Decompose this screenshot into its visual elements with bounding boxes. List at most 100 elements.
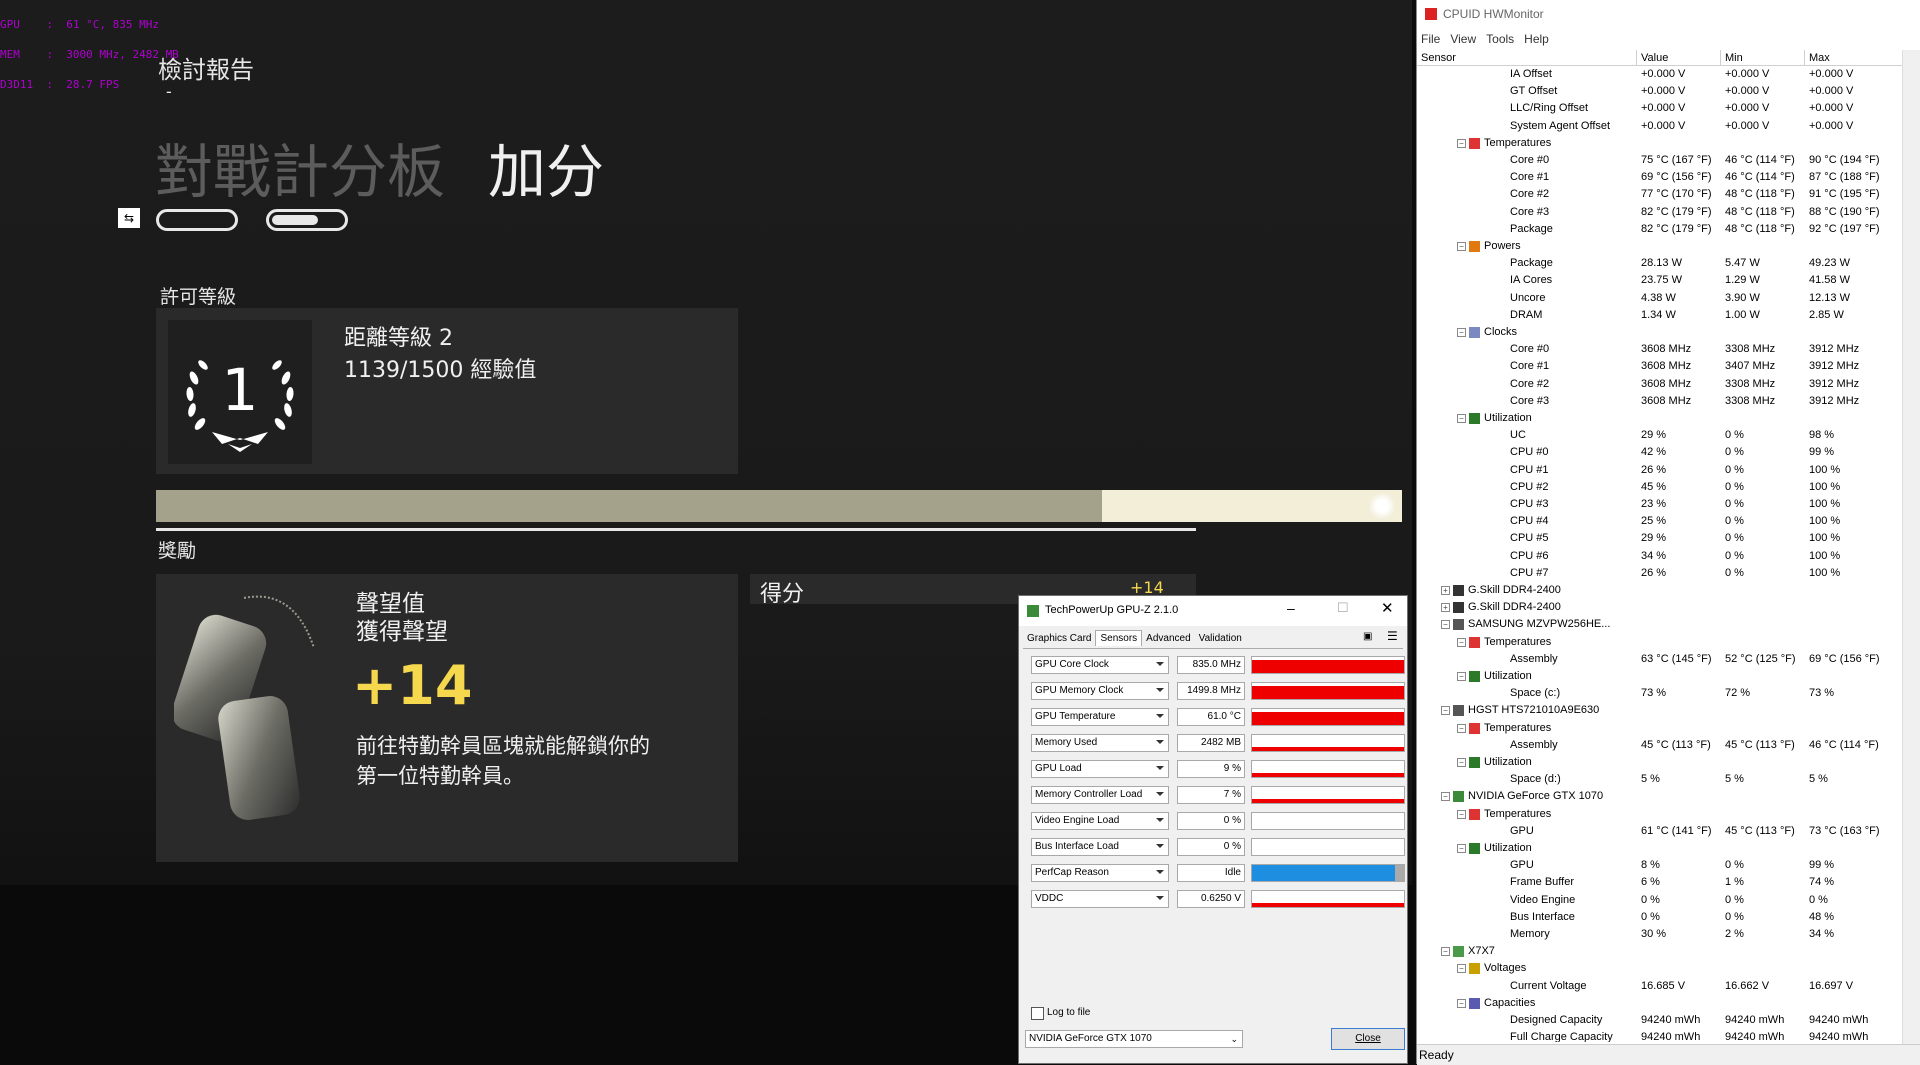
sensor-row[interactable]: CPU #6 34 % 0 % 100 % xyxy=(1417,548,1903,565)
sensor-group-row[interactable]: − Temperatures xyxy=(1417,720,1903,737)
sensor-row[interactable]: System Agent Offset +0.000 V +0.000 V +0.00… xyxy=(1417,118,1903,135)
sensor-row[interactable]: UC 29 % 0 % 98 % xyxy=(1417,427,1903,444)
tab-scoreboard[interactable]: 對戰計分板 xyxy=(155,138,445,206)
sensor-row[interactable]: CPU #7 26 % 0 % 100 % xyxy=(1417,565,1903,582)
maximize-icon[interactable]: ☐ xyxy=(1337,600,1349,616)
tab-validation[interactable]: Validation xyxy=(1195,631,1246,646)
sensor-row[interactable]: GPU 61 °C (141 °F) 45 °C (113 °F) 73 °C (16… xyxy=(1417,823,1903,840)
sensor-name-select[interactable]: VDDC xyxy=(1031,890,1169,908)
expand-toggle-icon[interactable]: − xyxy=(1457,844,1466,853)
expand-toggle-icon[interactable]: − xyxy=(1457,998,1466,1008)
sensor-group-row[interactable]: − Voltages xyxy=(1417,960,1903,977)
sensor-row[interactable]: Core #0 75 °C (167 °F) 46 °C (114 °F) 90 °C… xyxy=(1417,152,1903,169)
sensor-row[interactable]: Core #0 3608 MHz 3308 MHz 3912 MHz xyxy=(1417,341,1903,358)
sensor-name-select[interactable]: PerfCap Reason xyxy=(1031,864,1169,882)
sensor-name-select[interactable]: Bus Interface Load xyxy=(1031,838,1169,856)
tab-advanced[interactable]: Advanced xyxy=(1142,631,1194,646)
sensor-name-select[interactable]: GPU Temperature xyxy=(1031,708,1169,726)
minimize-icon[interactable]: – xyxy=(1287,600,1295,616)
sensor-row[interactable]: Assembly 63 °C (145 °F) 52 °C (125 °F) 69 °… xyxy=(1417,651,1903,668)
menu-help[interactable]: Help xyxy=(1524,32,1549,46)
device-row[interactable]: − X7X7 xyxy=(1417,943,1903,960)
expand-toggle-icon[interactable]: − xyxy=(1457,328,1466,337)
sensor-group-row[interactable]: − Powers xyxy=(1417,238,1903,255)
sensor-row[interactable]: IA Offset +0.000 V +0.000 V +0.000 V xyxy=(1417,66,1903,83)
sensor-group-row[interactable]: − Temperatures xyxy=(1417,634,1903,651)
sensor-row[interactable]: Bus Interface 0 % 0 % 48 % xyxy=(1417,909,1903,926)
tab-bonus[interactable]: 加分 xyxy=(488,138,604,206)
sensor-row[interactable]: Memory 30 % 2 % 34 % xyxy=(1417,926,1903,943)
tab-switch-icon[interactable]: ⇆ xyxy=(118,208,140,228)
camera-icon[interactable]: ▣ xyxy=(1363,631,1372,642)
expand-toggle-icon[interactable]: − xyxy=(1457,138,1466,148)
gpuz-titlebar[interactable]: TechPowerUp GPU-Z 2.1.0 – ☐ ✕ xyxy=(1019,596,1407,626)
expand-toggle-icon[interactable]: − xyxy=(1457,964,1466,974)
column-header-value[interactable]: Value xyxy=(1637,50,1721,66)
sensor-group-row[interactable]: − Utilization xyxy=(1417,754,1903,771)
menu-tools[interactable]: Tools xyxy=(1486,32,1514,46)
sensor-row[interactable]: Current Voltage 16.685 V 16.662 V 16.697 V xyxy=(1417,978,1903,995)
menu-view[interactable]: View xyxy=(1450,32,1476,46)
sensor-row[interactable]: Core #3 3608 MHz 3308 MHz 3912 MHz xyxy=(1417,393,1903,410)
menu-icon[interactable]: ☰ xyxy=(1387,629,1398,643)
expand-toggle-icon[interactable]: − xyxy=(1441,706,1450,716)
sensor-group-row[interactable]: − Temperatures xyxy=(1417,806,1903,823)
expand-toggle-icon[interactable]: − xyxy=(1457,758,1466,767)
sensor-name-select[interactable]: Memory Controller Load xyxy=(1031,786,1169,804)
sensor-name-select[interactable]: GPU Core Clock xyxy=(1031,656,1169,674)
sensor-name-select[interactable]: GPU Load xyxy=(1031,760,1169,778)
sensor-row[interactable]: IA Cores 23.75 W 1.29 W 41.58 W xyxy=(1417,272,1903,289)
sensor-row[interactable]: CPU #0 42 % 0 % 99 % xyxy=(1417,444,1903,461)
device-select[interactable]: NVIDIA GeForce GTX 1070 ⌄ xyxy=(1025,1030,1243,1048)
expand-toggle-icon[interactable]: − xyxy=(1457,242,1466,251)
menu-file[interactable]: File xyxy=(1421,32,1440,46)
vertical-scrollbar[interactable] xyxy=(1902,50,1920,1044)
expand-toggle-icon[interactable]: − xyxy=(1441,620,1450,630)
sensor-name-select[interactable]: Memory Used xyxy=(1031,734,1169,752)
expand-toggle-icon[interactable]: − xyxy=(1441,947,1450,957)
expand-toggle-icon[interactable]: − xyxy=(1457,672,1466,681)
sensor-group-row[interactable]: − Utilization xyxy=(1417,840,1903,857)
sensor-row[interactable]: Core #2 77 °C (170 °F) 48 °C (118 °F) 91 °C… xyxy=(1417,186,1903,203)
column-header-sensor[interactable]: Sensor xyxy=(1417,50,1637,66)
sensor-row[interactable]: CPU #3 23 % 0 % 100 % xyxy=(1417,496,1903,513)
sensor-group-row[interactable]: − Utilization xyxy=(1417,668,1903,685)
sensor-row[interactable]: Core #1 3608 MHz 3407 MHz 3912 MHz xyxy=(1417,358,1903,375)
device-row[interactable]: − HGST HTS721010A9E630 xyxy=(1417,702,1903,719)
log-to-file-checkbox[interactable] xyxy=(1031,1007,1044,1020)
expand-toggle-icon[interactable]: − xyxy=(1457,723,1466,733)
sensor-row[interactable]: Video Engine 0 % 0 % 0 % xyxy=(1417,892,1903,909)
sensor-row[interactable]: CPU #1 26 % 0 % 100 % xyxy=(1417,462,1903,479)
sensor-row[interactable]: GPU 8 % 0 % 99 % xyxy=(1417,857,1903,874)
sensor-row[interactable]: Core #2 3608 MHz 3308 MHz 3912 MHz xyxy=(1417,376,1903,393)
device-row[interactable]: + G.Skill DDR4-2400 xyxy=(1417,599,1903,616)
sensor-group-row[interactable]: − Utilization xyxy=(1417,410,1903,427)
device-row[interactable]: − SAMSUNG MZVPW256HE... xyxy=(1417,616,1903,633)
sensor-name-select[interactable]: GPU Memory Clock xyxy=(1031,682,1169,700)
expand-toggle-icon[interactable]: − xyxy=(1457,414,1466,423)
sensor-row[interactable]: Space (d:) 5 % 5 % 5 % xyxy=(1417,771,1903,788)
expand-toggle-icon[interactable]: − xyxy=(1441,792,1450,802)
sensor-row[interactable]: Full Charge Capacity 94240 mWh 94240 mWh 94… xyxy=(1417,1029,1903,1042)
sensor-row[interactable]: Core #1 69 °C (156 °F) 46 °C (114 °F) 87 °C… xyxy=(1417,169,1903,186)
sensor-row[interactable]: GT Offset +0.000 V +0.000 V +0.000 V xyxy=(1417,83,1903,100)
device-row[interactable]: + G.Skill DDR4-2400 xyxy=(1417,582,1903,599)
close-button[interactable]: Close xyxy=(1331,1028,1405,1050)
tab-graphics-card[interactable]: Graphics Card xyxy=(1023,631,1095,646)
sensor-row[interactable]: CPU #4 25 % 0 % 100 % xyxy=(1417,513,1903,530)
sensor-row[interactable]: DRAM 1.34 W 1.00 W 2.85 W xyxy=(1417,307,1903,324)
sensor-row[interactable]: LLC/Ring Offset +0.000 V +0.000 V +0.000 V xyxy=(1417,100,1903,117)
sensor-row[interactable]: Package 28.13 W 5.47 W 49.23 W xyxy=(1417,255,1903,272)
expand-toggle-icon[interactable]: + xyxy=(1441,586,1450,595)
expand-toggle-icon[interactable]: − xyxy=(1457,637,1466,647)
page-indicator-1[interactable] xyxy=(156,209,238,231)
tab-sensors[interactable]: Sensors xyxy=(1095,630,1143,646)
expand-toggle-icon[interactable]: + xyxy=(1441,603,1450,613)
sensor-row[interactable]: Uncore 4.38 W 3.90 W 12.13 W xyxy=(1417,290,1903,307)
sensor-row[interactable]: Space (c:) 73 % 72 % 73 % xyxy=(1417,685,1903,702)
close-icon[interactable]: ✕ xyxy=(1381,599,1394,617)
sensor-group-row[interactable]: − Capacities xyxy=(1417,995,1903,1012)
sensor-row[interactable]: CPU #2 45 % 0 % 100 % xyxy=(1417,479,1903,496)
device-row[interactable]: − NVIDIA GeForce GTX 1070 xyxy=(1417,788,1903,805)
page-indicator-2[interactable] xyxy=(266,209,348,231)
